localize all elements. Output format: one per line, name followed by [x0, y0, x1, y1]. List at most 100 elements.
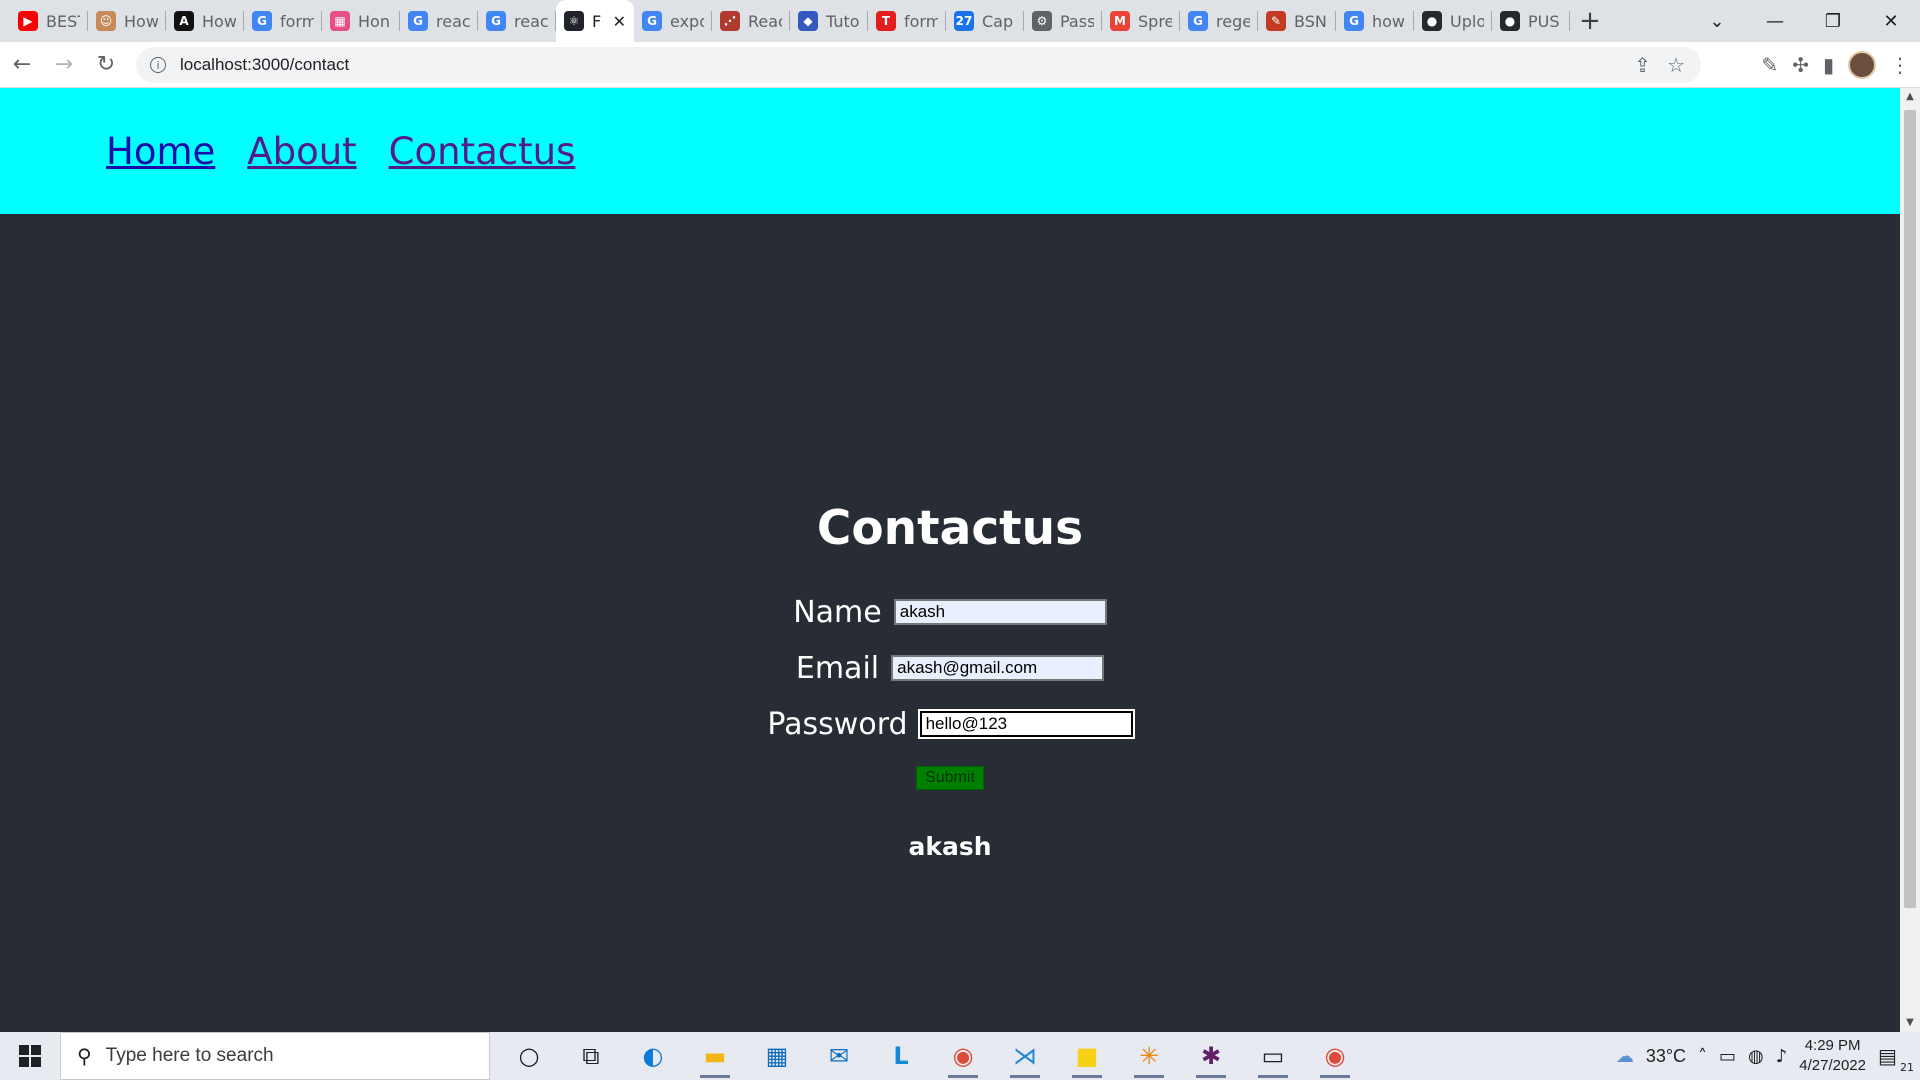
sticky-notes-icon[interactable]: ■: [1056, 1032, 1118, 1080]
side-panel-icon[interactable]: ▮: [1823, 53, 1834, 77]
site-navbar: Home About Contactus: [0, 88, 1900, 214]
weather-cloud-icon[interactable]: ☁: [1616, 1046, 1634, 1067]
restore-button[interactable]: ❐: [1804, 11, 1862, 32]
profile-avatar[interactable]: [1848, 51, 1876, 79]
tab-strip: ▶BEST☺HowAHowGform▦HonGreacGreac⚛F✕Gexpo…: [0, 0, 1570, 42]
battery-icon[interactable]: ▭: [1719, 1046, 1736, 1067]
page-title: Contactus: [816, 501, 1084, 556]
tab-favicon-icon: T: [876, 11, 896, 31]
scrollbar-thumb[interactable]: [1904, 110, 1916, 908]
edge-icon[interactable]: ◐: [622, 1032, 684, 1080]
close-window-button[interactable]: ✕: [1862, 11, 1920, 32]
email-label: Email: [795, 650, 880, 686]
scroll-up-arrow-icon[interactable]: ▲: [1900, 88, 1920, 106]
browser-tab[interactable]: ▦ Hon: [322, 0, 400, 42]
email-input[interactable]: [891, 655, 1105, 681]
tab-favicon-icon: ⋰: [720, 11, 740, 31]
browser-tab[interactable]: Ghow: [1336, 0, 1414, 42]
taskbar-apps: ○ ⧉ ◐ ▬ ▦ ✉ L ◉ ⋊ ■ ✳ ✱ ▭ ◉: [498, 1032, 1366, 1080]
chrome-profile-icon[interactable]: ◉: [1304, 1032, 1366, 1080]
task-view-icon[interactable]: ⧉: [560, 1032, 622, 1080]
search-placeholder: Type here to search: [105, 1045, 274, 1066]
tab-title: how: [1372, 11, 1406, 31]
submit-button[interactable]: Submit: [916, 766, 984, 790]
lens-app-icon[interactable]: L: [870, 1032, 932, 1080]
page-scrollbar[interactable]: ▲ ▼: [1900, 88, 1920, 1032]
volume-icon[interactable]: ♪: [1776, 1046, 1788, 1067]
tab-title: Uplo: [1450, 11, 1484, 31]
scroll-down-arrow-icon[interactable]: ▼: [1900, 1014, 1920, 1032]
tab-favicon-icon: M: [1110, 11, 1130, 31]
vscode-icon[interactable]: ⋊: [994, 1032, 1056, 1080]
reload-button[interactable]: ↻: [86, 45, 126, 85]
name-input[interactable]: [893, 599, 1107, 625]
start-button[interactable]: [0, 1032, 60, 1080]
browser-tab[interactable]: ⚙ Pass: [1024, 0, 1102, 42]
browser-tab[interactable]: ✎ BSN: [1258, 0, 1336, 42]
store-icon[interactable]: ▦: [746, 1032, 808, 1080]
contact-section: Contactus Name Email Password Submit aka…: [0, 501, 1900, 861]
file-explorer-icon[interactable]: ▬: [684, 1032, 746, 1080]
tab-favicon-icon: G: [642, 11, 662, 31]
tab-title: PUS: [1528, 11, 1560, 31]
browser-tab[interactable]: ▶ BEST: [10, 0, 88, 42]
nav-link-home[interactable]: Home: [106, 130, 215, 173]
tab-title: Hon: [358, 11, 390, 31]
browser-tab[interactable]: A How: [166, 0, 244, 42]
mail-icon[interactable]: ✉: [808, 1032, 870, 1080]
nav-link-about[interactable]: About: [247, 130, 356, 173]
taskbar-search-box[interactable]: ⚲ Type here to search: [60, 1032, 490, 1080]
taskbar-clock[interactable]: 4:29 PM 4/27/2022: [1799, 1036, 1866, 1076]
browser-tab[interactable]: ◆ Tuto: [790, 0, 868, 42]
minimize-button[interactable]: —: [1746, 11, 1804, 32]
git-tool-icon[interactable]: ✳: [1118, 1032, 1180, 1080]
bookmark-star-icon[interactable]: ☆: [1667, 53, 1685, 77]
share-icon[interactable]: ⇪: [1634, 53, 1651, 77]
clock-time: 4:29 PM: [1804, 1037, 1861, 1054]
site-info-icon[interactable]: i: [150, 57, 166, 73]
chrome-menu-icon[interactable]: ⋮: [1890, 53, 1910, 77]
windows-logo-icon: [19, 1045, 41, 1067]
browser-tab[interactable]: Gform: [244, 0, 322, 42]
browser-toolbar: ← → ↻ i localhost:3000/contact ⇪ ☆ ✎ ✣ ▮…: [0, 42, 1920, 88]
browser-tab[interactable]: ⚛ F ✕: [556, 0, 634, 42]
tray-chevron-icon[interactable]: ˄: [1698, 1046, 1707, 1067]
address-bar[interactable]: i localhost:3000/contact ⇪ ☆: [136, 47, 1701, 83]
new-tab-button[interactable]: +: [1570, 0, 1610, 42]
tab-search-icon[interactable]: ⌄: [1688, 11, 1746, 32]
terminal-icon[interactable]: ▭: [1242, 1032, 1304, 1080]
tab-title: Spre: [1138, 11, 1172, 31]
windows-taskbar: ⚲ Type here to search ○ ⧉ ◐ ▬ ▦ ✉ L ◉ ⋊ …: [0, 1032, 1920, 1080]
tab-close-icon[interactable]: ✕: [613, 12, 626, 31]
weather-temp[interactable]: 33°C: [1646, 1046, 1686, 1067]
extension-pen-icon[interactable]: ✎: [1761, 53, 1778, 77]
nav-link-contactus[interactable]: Contactus: [389, 130, 576, 173]
forward-button[interactable]: →: [44, 45, 84, 85]
browser-tab[interactable]: Greac: [478, 0, 556, 42]
extensions-puzzle-icon[interactable]: ✣: [1792, 53, 1809, 77]
browser-tab[interactable]: Greac: [400, 0, 478, 42]
browser-tab[interactable]: ⋰ Reac: [712, 0, 790, 42]
browser-tab[interactable]: ● PUS: [1492, 0, 1570, 42]
password-input[interactable]: [917, 709, 1135, 739]
name-label: Name: [793, 594, 882, 630]
tab-favicon-icon: ☺: [96, 11, 116, 31]
back-button[interactable]: ←: [2, 45, 42, 85]
browser-tab[interactable]: Gexpo: [634, 0, 712, 42]
chrome-icon[interactable]: ◉: [932, 1032, 994, 1080]
tab-favicon-icon: G: [1188, 11, 1208, 31]
browser-tab[interactable]: 27 Cap: [946, 0, 1024, 42]
browser-tab[interactable]: Tform: [868, 0, 946, 42]
tab-favicon-icon: ⚙: [1032, 11, 1052, 31]
slack-icon[interactable]: ✱: [1180, 1032, 1242, 1080]
url-text[interactable]: localhost:3000/contact: [180, 55, 349, 75]
system-tray: ☁ 33°C ˄ ▭ ◍ ♪ 4:29 PM 4/27/2022 ▤ 21: [1616, 1032, 1920, 1080]
network-globe-icon[interactable]: ◍: [1748, 1046, 1764, 1067]
cortana-icon[interactable]: ○: [498, 1032, 560, 1080]
browser-tab[interactable]: ● Uplo: [1414, 0, 1492, 42]
notification-center-icon[interactable]: ▤ 21: [1878, 1044, 1914, 1074]
window-controls: ⌄ — ❐ ✕: [1688, 0, 1920, 42]
browser-tab[interactable]: M Spre: [1102, 0, 1180, 42]
browser-tab[interactable]: ☺ How: [88, 0, 166, 42]
browser-tab[interactable]: Grege: [1180, 0, 1258, 42]
